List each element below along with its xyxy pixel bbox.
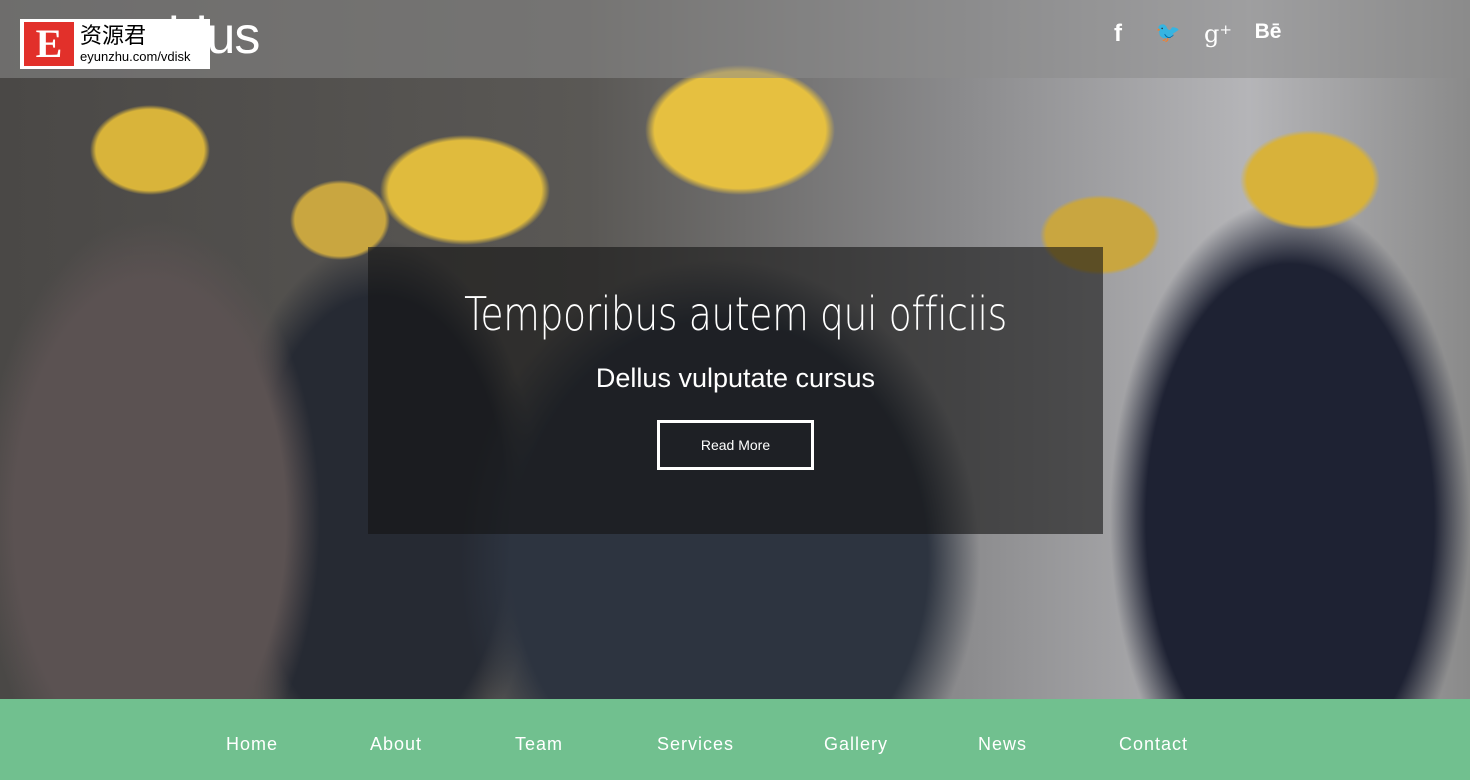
nav-gallery[interactable]: Gallery (824, 734, 888, 755)
nav-team[interactable]: Team (515, 734, 563, 755)
watermark-logo: E (24, 22, 74, 66)
top-bar: ldus E 资源君 eyunzhu.com/vdisk f 🐦 g⁺ Bē (0, 0, 1470, 78)
hero-title: Temporibus autem qui officiis (464, 287, 1007, 341)
nav-services[interactable]: Services (657, 734, 734, 755)
twitter-icon[interactable]: 🐦 (1154, 20, 1182, 48)
nav-news[interactable]: News (978, 734, 1027, 755)
nav-contact[interactable]: Contact (1119, 734, 1188, 755)
hero-subtitle: Dellus vulputate cursus (595, 363, 876, 393)
main-nav: Home About Team Services Gallery News Co… (0, 699, 1470, 780)
watermark-text: 资源君 (80, 23, 147, 49)
nav-home[interactable]: Home (226, 734, 278, 755)
google-plus-icon[interactable]: g⁺ (1204, 20, 1232, 48)
nav-about[interactable]: About (370, 734, 422, 755)
social-links: f 🐦 g⁺ Bē (1104, 20, 1282, 48)
facebook-icon[interactable]: f (1104, 20, 1132, 48)
watermark: E 资源君 eyunzhu.com/vdisk (20, 19, 210, 69)
watermark-url: eyunzhu.com/vdisk (80, 48, 191, 64)
behance-icon[interactable]: Bē (1254, 20, 1282, 48)
hero-caption: Temporibus autem qui officiis Dellus vul… (368, 247, 1103, 534)
read-more-button[interactable]: Read More (657, 420, 814, 470)
